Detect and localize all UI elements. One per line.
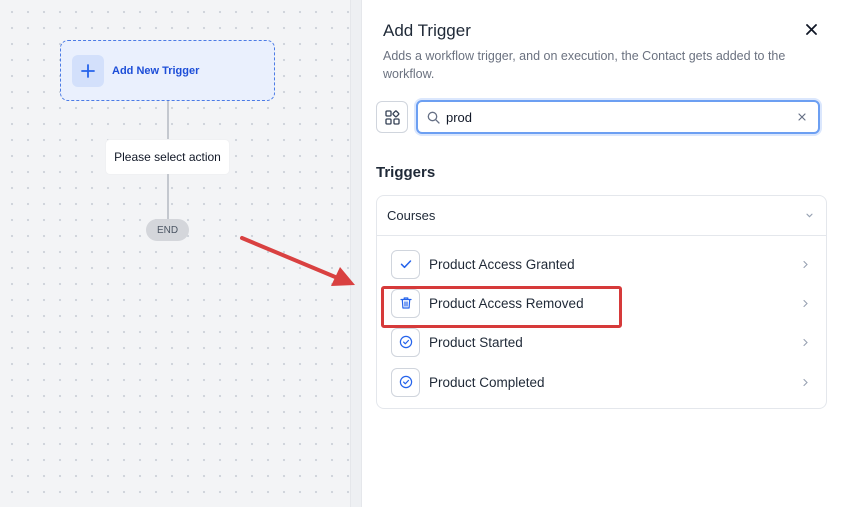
panel-title: Add Trigger (383, 21, 471, 40)
trigger-group-courses: Courses Product Access Granted Product A… (376, 195, 827, 409)
check-circle-icon (391, 367, 420, 397)
section-title: Triggers (376, 164, 436, 181)
group-header[interactable]: Courses (377, 196, 826, 236)
panel-description: Adds a workflow trigger, and on executio… (383, 49, 786, 81)
trigger-item-label: Product Completed (429, 374, 545, 390)
add-trigger-panel: Add Trigger Adds a workflow trigger, and… (362, 0, 852, 507)
trigger-item-product-completed[interactable]: Product Completed (377, 365, 826, 399)
trigger-item-label: Product Access Removed (429, 295, 584, 311)
chevron-down-icon (805, 211, 814, 220)
check-circle-icon (391, 327, 420, 357)
category-view-button[interactable] (376, 101, 408, 133)
search-icon (427, 111, 440, 124)
trigger-item-product-started[interactable]: Product Started (377, 325, 826, 359)
add-new-trigger-label: Add New Trigger (112, 64, 200, 77)
panel-divider (350, 0, 362, 507)
chevron-right-icon (802, 338, 809, 347)
add-new-trigger-button[interactable]: Add New Trigger (60, 40, 275, 101)
trigger-item-product-access-removed[interactable]: Product Access Removed (377, 286, 826, 320)
group-label: Courses (387, 208, 436, 223)
search-input[interactable] (446, 109, 786, 125)
clear-search-icon[interactable] (796, 111, 808, 123)
trash-icon (391, 288, 420, 318)
close-icon (805, 23, 817, 35)
workflow-canvas[interactable]: Add New Trigger Please select action END (0, 0, 350, 507)
end-node: END (146, 219, 189, 241)
check-icon (391, 249, 420, 279)
chevron-right-icon (802, 260, 809, 269)
connector-line (167, 174, 169, 219)
connector-line (167, 101, 169, 140)
plus-icon (72, 54, 104, 87)
trigger-item-label: Product Access Granted (429, 256, 575, 272)
select-action-node[interactable]: Please select action (106, 140, 229, 174)
trigger-item-label: Product Started (429, 334, 523, 350)
close-button[interactable] (802, 20, 820, 38)
grid-icon (384, 109, 400, 125)
search-field[interactable] (416, 100, 820, 134)
trigger-item-product-access-granted[interactable]: Product Access Granted (377, 247, 826, 281)
chevron-right-icon (802, 378, 809, 387)
chevron-right-icon (802, 299, 809, 308)
